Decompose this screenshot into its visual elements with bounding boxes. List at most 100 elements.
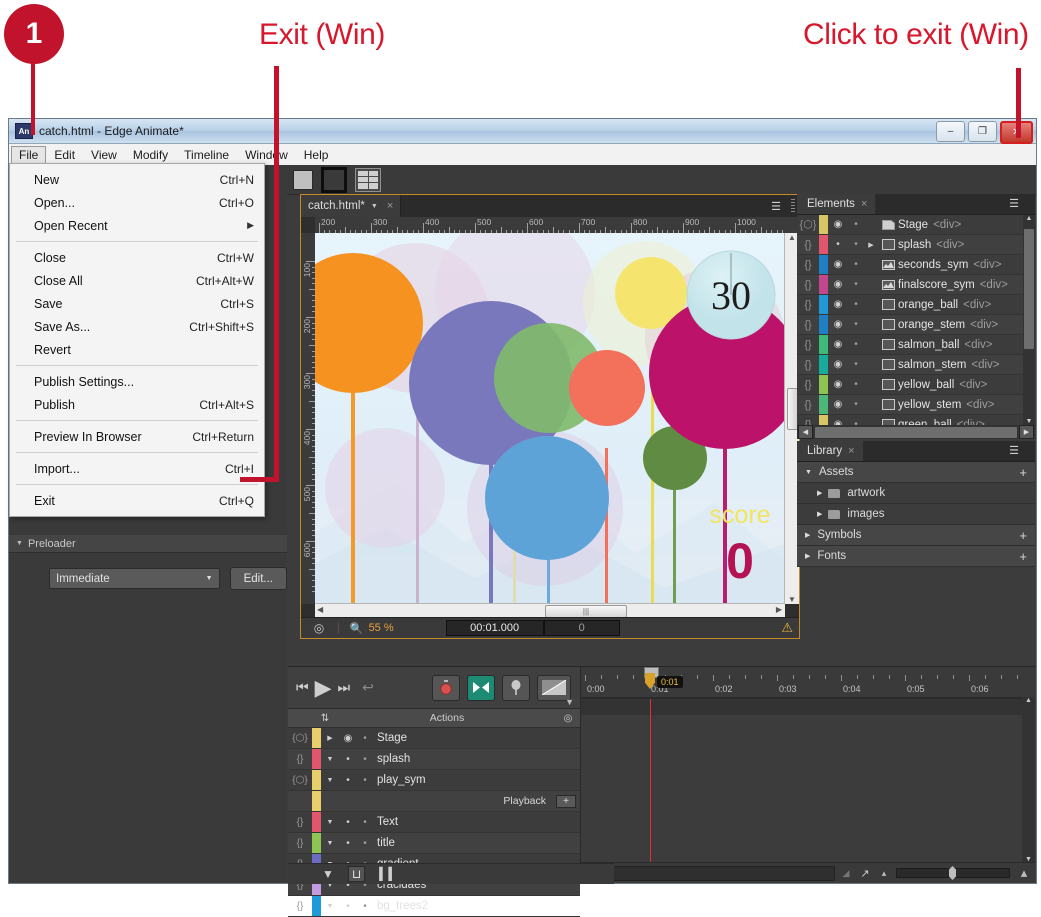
menu-item-exit[interactable]: Exit Ctrl+Q: [10, 489, 264, 512]
zoom-small-icon[interactable]: ▴: [875, 868, 893, 879]
close-icon[interactable]: ×: [861, 198, 867, 210]
tab-library[interactable]: Library ×: [797, 441, 863, 461]
panel-menu-icon[interactable]: ☰: [1009, 197, 1019, 210]
lock-dot-icon[interactable]: •: [848, 399, 864, 410]
preloader-section-header[interactable]: ▼ Preloader: [9, 535, 287, 553]
columns-icon[interactable]: ▍▍: [379, 867, 397, 881]
menu-item-preview-in-browser[interactable]: Preview In Browser Ctrl+Return: [10, 425, 264, 448]
menu-item-import[interactable]: Import... Ctrl+I: [10, 457, 264, 480]
eye-icon[interactable]: ◉: [828, 379, 848, 390]
code-braces-icon[interactable]: {}: [797, 379, 819, 391]
close-icon[interactable]: ×: [384, 200, 393, 212]
element-row[interactable]: {} ◉ • salmon_ball <div>: [797, 335, 1035, 355]
element-row[interactable]: {⬡} ◉ • Stage <div>: [797, 215, 1035, 235]
dot-icon[interactable]: •: [339, 817, 357, 828]
grid-tool-icon[interactable]: [355, 167, 381, 192]
lock-dot-icon[interactable]: •: [357, 901, 373, 912]
stage-canvas[interactable]: 30 score 0: [315, 233, 785, 604]
tab-elements[interactable]: Elements ×: [797, 194, 876, 214]
chevron-right-icon[interactable]: ▶: [805, 531, 810, 539]
dot-icon[interactable]: •: [828, 239, 848, 250]
lock-dot-icon[interactable]: •: [357, 817, 373, 828]
timeline-layer-row[interactable]: {⬡} ▼ • • play_sym: [288, 770, 580, 791]
add-asset-button[interactable]: +: [1019, 465, 1027, 480]
library-list[interactable]: ▼ Assets + ▶ artwork ▶ images ▶ Symbols + ▶ Fonts +: [797, 462, 1035, 567]
code-braces-icon[interactable]: {}: [797, 319, 819, 331]
elements-vertical-scrollbar[interactable]: ▲ ▼: [1023, 215, 1035, 425]
current-time-field[interactable]: 00:01.000: [445, 620, 544, 636]
element-row[interactable]: {} ◉ • green_ball <div>: [797, 415, 1035, 425]
file-dropdown-menu[interactable]: New Ctrl+N Open... Ctrl+O Open Recent ▶ Close C…: [9, 163, 265, 517]
chevron-down-icon[interactable]: ▼: [321, 840, 339, 847]
element-row[interactable]: {} ◉ • yellow_ball <div>: [797, 375, 1035, 395]
menu-view[interactable]: View: [83, 146, 125, 164]
zoom-icon[interactable]: 🔍: [340, 622, 369, 635]
preloader-select[interactable]: Immediate ▼: [49, 568, 220, 589]
eye-icon[interactable]: ◉: [828, 219, 848, 230]
menu-item-close[interactable]: Close Ctrl+W: [10, 246, 264, 269]
snap-icon[interactable]: ⊔: [347, 866, 366, 882]
lock-dot-icon[interactable]: •: [848, 379, 864, 390]
menu-file[interactable]: File: [11, 145, 47, 164]
minimize-button[interactable]: –: [936, 121, 965, 142]
collapse-chevron-icon[interactable]: ▼: [565, 697, 574, 707]
lock-dot-icon[interactable]: •: [848, 219, 864, 230]
chevron-right-icon[interactable]: ▶: [864, 241, 878, 249]
timeline-layer-row[interactable]: Playback +: [288, 791, 580, 812]
lock-dot-icon[interactable]: •: [848, 319, 864, 330]
elements-horizontal-scrollbar[interactable]: ◀ ▶: [797, 425, 1035, 439]
chevron-down-icon[interactable]: ▼: [321, 903, 339, 910]
eye-icon[interactable]: ◉: [828, 319, 848, 330]
menu-item-close-all[interactable]: Close All Ctrl+Alt+W: [10, 269, 264, 292]
code-braces-icon[interactable]: {}: [797, 259, 819, 271]
eye-icon[interactable]: ◉: [828, 339, 848, 350]
warning-icon[interactable]: ⚠: [781, 620, 793, 636]
chevron-right-icon[interactable]: ▶: [817, 489, 822, 497]
chevron-down-icon[interactable]: ▼: [321, 756, 339, 763]
code-braces-icon[interactable]: {}: [797, 419, 819, 426]
timeline-hscroll-track[interactable]: [601, 865, 835, 881]
lock-dot-icon[interactable]: •: [848, 259, 864, 270]
timeline-layer-row[interactable]: {⬡} ▶ ◉ • Stage: [288, 728, 580, 749]
filter-icon[interactable]: ▼: [322, 867, 334, 881]
code-braces-icon[interactable]: {}: [288, 754, 312, 765]
menu-modify[interactable]: Modify: [125, 146, 176, 164]
lock-dot-icon[interactable]: •: [848, 339, 864, 350]
menu-item-open[interactable]: Open... Ctrl+O: [10, 191, 264, 214]
lock-dot-icon[interactable]: •: [357, 733, 373, 744]
panel-grip[interactable]: [791, 199, 795, 213]
scroll-right-icon[interactable]: ▶: [1019, 425, 1034, 439]
dot-icon[interactable]: •: [339, 775, 357, 786]
lock-dot-icon[interactable]: •: [848, 359, 864, 370]
scroll-thumb[interactable]: [1024, 229, 1034, 349]
element-row[interactable]: {} ◉ • yellow_stem <div>: [797, 395, 1035, 415]
add-asset-button[interactable]: +: [1019, 549, 1027, 564]
code-braces-icon[interactable]: {}: [797, 299, 819, 311]
element-row[interactable]: {} • • ▶ splash <div>: [797, 235, 1035, 255]
scroll-right-icon[interactable]: ▶: [776, 605, 782, 614]
timeline-zoom-slider[interactable]: [896, 866, 1010, 880]
eye-icon[interactable]: ◉: [828, 279, 848, 290]
code-braces-icon[interactable]: {}: [288, 901, 312, 912]
keyframe-nav-icon[interactable]: ⇅: [312, 713, 338, 724]
menu-item-publish-settings[interactable]: Publish Settings...: [10, 370, 264, 393]
lock-dot-icon[interactable]: •: [357, 775, 373, 786]
code-braces-icon[interactable]: {⬡}: [797, 218, 819, 231]
code-braces-icon[interactable]: {}: [797, 399, 819, 411]
add-asset-button[interactable]: +: [1019, 528, 1027, 543]
stage-horizontal-scrollbar[interactable]: ◀ ||| ▶: [315, 603, 785, 618]
restore-button[interactable]: ❐: [968, 121, 997, 142]
scroll-down-icon[interactable]: ▼: [1023, 418, 1035, 425]
undo-button[interactable]: ↩: [362, 679, 374, 696]
timeline-layer-row[interactable]: {} ▼ • • Text: [288, 812, 580, 833]
elements-list[interactable]: {⬡} ◉ • Stage <div>{} • • ▶ splash <div>{} ◉ • secon…: [797, 215, 1035, 425]
element-row[interactable]: {} ◉ • seconds_sym <div>: [797, 255, 1035, 275]
add-action-icon[interactable]: ◎: [556, 713, 580, 724]
library-folder-artwork[interactable]: ▶ artwork: [797, 483, 1035, 504]
eye-icon[interactable]: ◉: [828, 419, 848, 425]
menu-item-open-recent[interactable]: Open Recent ▶: [10, 214, 264, 237]
scroll-up-icon[interactable]: ▲: [1022, 697, 1035, 704]
lock-dot-icon[interactable]: •: [848, 239, 864, 250]
code-braces-icon[interactable]: {⬡}: [288, 775, 312, 786]
chevron-down-icon[interactable]: ▼: [321, 777, 339, 784]
